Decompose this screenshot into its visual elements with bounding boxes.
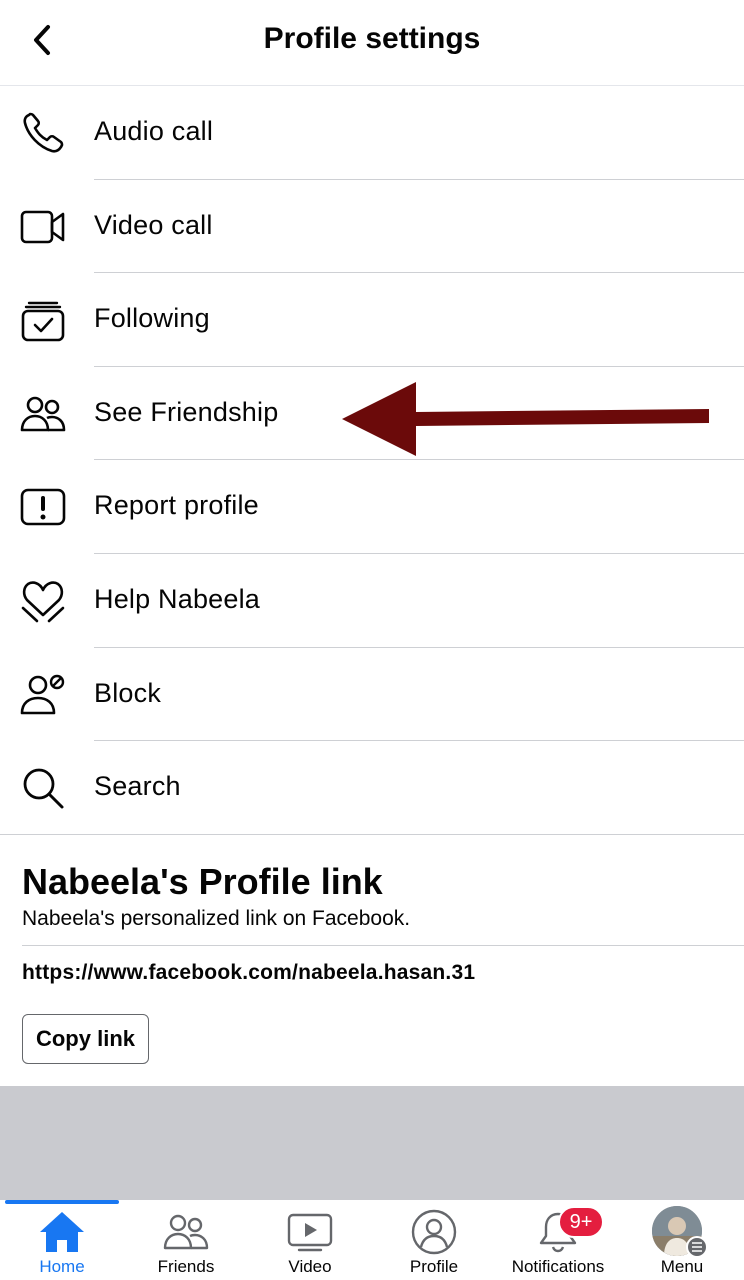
menu-item-label: Audio call (94, 116, 214, 146)
home-icon (40, 1212, 84, 1252)
block-user-icon (20, 672, 66, 718)
menu-item-search[interactable]: Search (0, 741, 744, 835)
header: Profile settings (0, 0, 744, 86)
menu-item-block[interactable]: Block (0, 648, 744, 742)
following-check-icon (20, 297, 66, 343)
profile-link-section: Nabeela's Profile link Nabeela's persona… (0, 835, 744, 1085)
menu-item-label: See Friendship (94, 396, 279, 427)
menu-item-following[interactable]: Following (0, 273, 744, 367)
profile-link-title: Nabeela's Profile link (22, 861, 383, 902)
search-icon (20, 765, 66, 811)
menu-item-label: Search (94, 771, 181, 802)
tab-label: Menu (660, 1257, 704, 1276)
phone-icon (20, 110, 66, 156)
tab-profile[interactable]: Profile (372, 1200, 496, 1280)
profile-icon (411, 1209, 457, 1255)
divider (22, 945, 744, 946)
video-play-icon (287, 1213, 333, 1252)
menu-item-audio-call[interactable]: Audio call (0, 86, 744, 180)
menu-item-report-profile[interactable]: Report profile (0, 460, 744, 554)
menu-item-label: Block (94, 677, 162, 708)
menu-item-label: Report profile (94, 490, 259, 521)
video-camera-icon (20, 204, 66, 250)
menu-item-label: Following (94, 303, 210, 334)
tab-notifications[interactable]: 9+ Notifications (496, 1200, 620, 1280)
tab-label: Profile (409, 1257, 459, 1276)
tab-video[interactable]: Video (248, 1200, 372, 1280)
tab-menu[interactable]: Menu (620, 1200, 744, 1280)
annotation-arrow-icon (342, 382, 709, 456)
tab-label: Friends (157, 1257, 215, 1276)
friends-icon (20, 391, 66, 437)
page-title: Profile settings (263, 22, 481, 55)
copy-link-button[interactable]: Copy link (22, 1014, 149, 1064)
friends-tab-icon (163, 1214, 209, 1250)
bottom-tab-bar: Home Friends Video Profile 9+ Notificati… (0, 1200, 744, 1280)
menu-item-help[interactable]: Help Nabeela (0, 554, 744, 648)
profile-settings-menu: Audio call Video call Following See Frie… (0, 86, 744, 835)
menu-item-video-call[interactable]: Video call (0, 180, 744, 274)
avatar-menu-icon (686, 1236, 708, 1258)
profile-url[interactable]: https://www.facebook.com/nabeela.hasan.3… (22, 961, 475, 985)
heart-hands-icon (20, 578, 66, 624)
tab-friends[interactable]: Friends (124, 1200, 248, 1280)
empty-gray-area (0, 1086, 744, 1200)
tab-label: Notifications (511, 1257, 605, 1276)
tab-label: Video (288, 1257, 332, 1276)
profile-link-subtitle: Nabeela's personalized link on Facebook. (22, 907, 411, 930)
menu-item-label: Video call (94, 209, 213, 240)
tab-label: Home (39, 1257, 85, 1276)
tab-home[interactable]: Home (0, 1200, 124, 1280)
notification-badge: 9+ (558, 1206, 604, 1238)
report-icon (20, 484, 66, 530)
menu-item-label: Help Nabeela (94, 583, 261, 614)
